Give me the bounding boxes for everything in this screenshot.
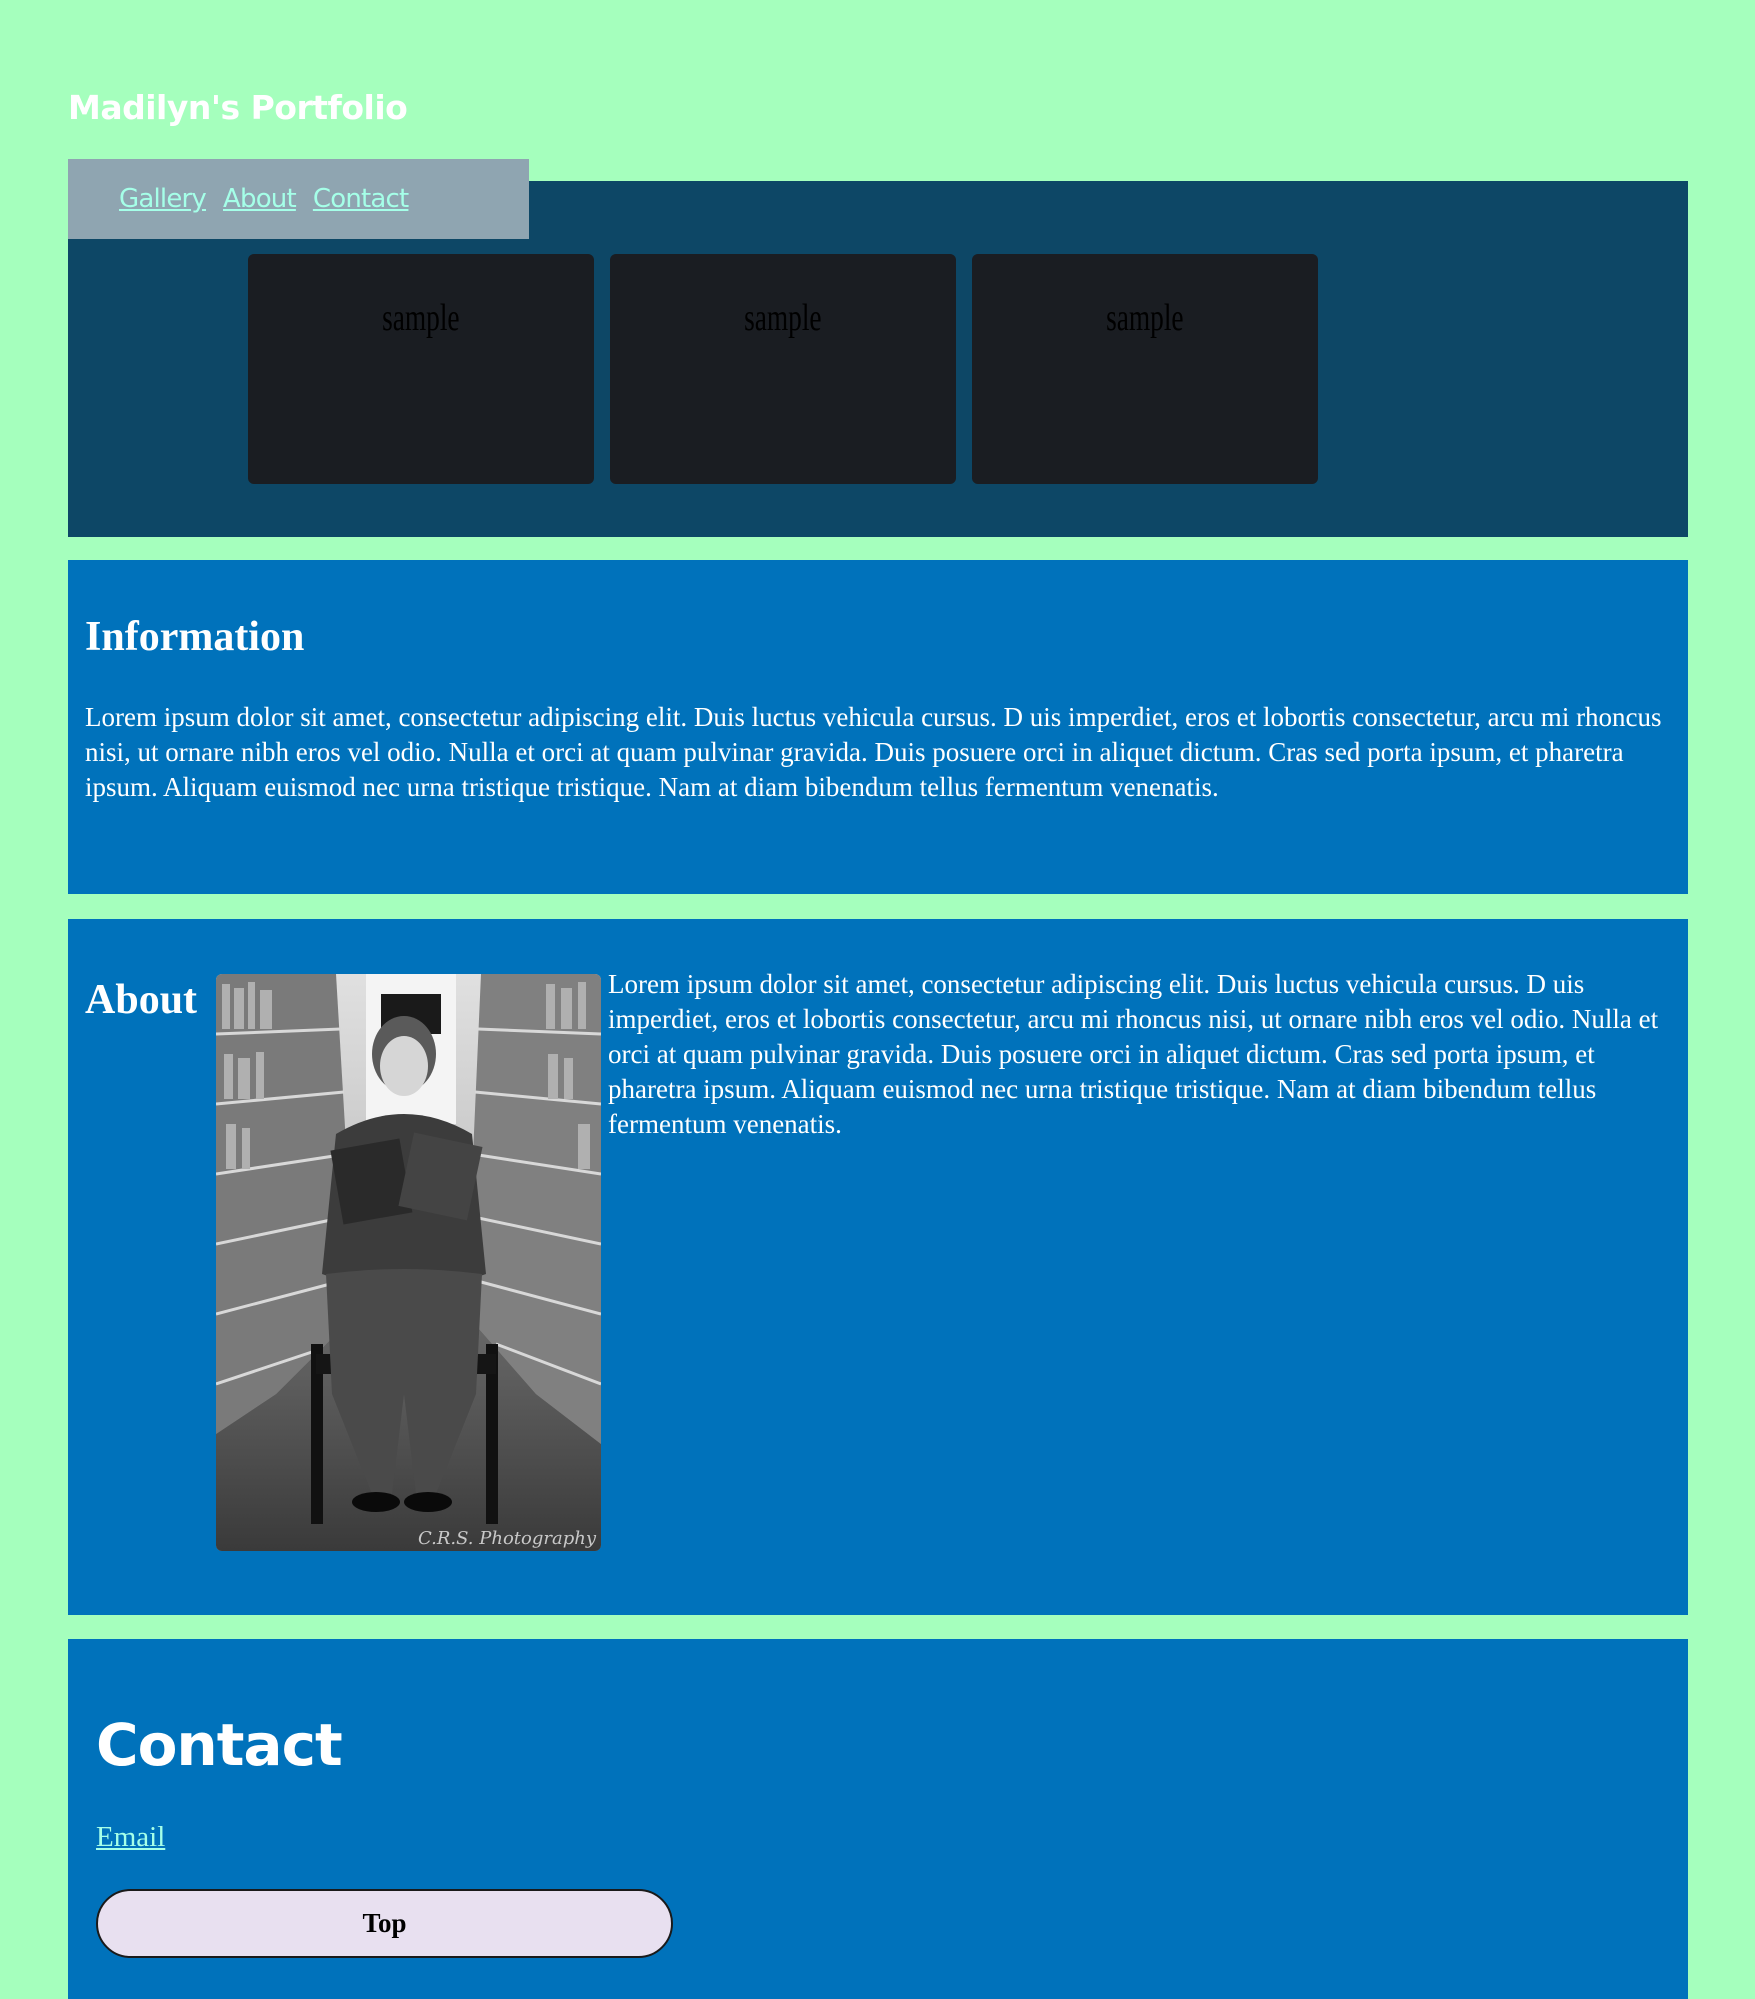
gallery-item-label: sample	[382, 297, 460, 339]
contact-section: Contact Email Top	[68, 1639, 1688, 1999]
about-photo: C.R.S. Photography	[216, 974, 601, 1551]
email-link[interactable]: Email	[96, 1821, 165, 1854]
site-title: Madilyn's Portfolio	[68, 88, 408, 127]
gallery-item[interactable]: sample	[972, 254, 1318, 484]
information-text: Lorem ipsum dolor sit amet, consectetur …	[85, 702, 1662, 803]
main-nav: Gallery About Contact	[68, 159, 529, 239]
nav-link-gallery[interactable]: Gallery	[119, 184, 207, 214]
top-button[interactable]: Top	[96, 1889, 673, 1958]
about-section: About C.R.S. Photography Lorem ipsum dol…	[68, 919, 1688, 1615]
nav-link-about[interactable]: About	[223, 184, 297, 214]
information-section: Information Lorem ipsum dolor sit amet, …	[68, 560, 1688, 894]
gallery-item[interactable]: sample	[610, 254, 956, 484]
nav-link-contact[interactable]: Contact	[313, 184, 409, 214]
about-text: Lorem ipsum dolor sit amet, consectetur …	[608, 969, 1659, 1139]
photo-watermark: C.R.S. Photography	[418, 1528, 597, 1549]
about-heading: About	[85, 977, 198, 1023]
gallery-item-label: sample	[1106, 297, 1184, 339]
information-heading: Information	[85, 614, 305, 660]
gallery-item[interactable]: sample	[248, 254, 594, 484]
contact-heading: Contact	[96, 1711, 343, 1779]
gallery-item-label: sample	[744, 297, 822, 339]
